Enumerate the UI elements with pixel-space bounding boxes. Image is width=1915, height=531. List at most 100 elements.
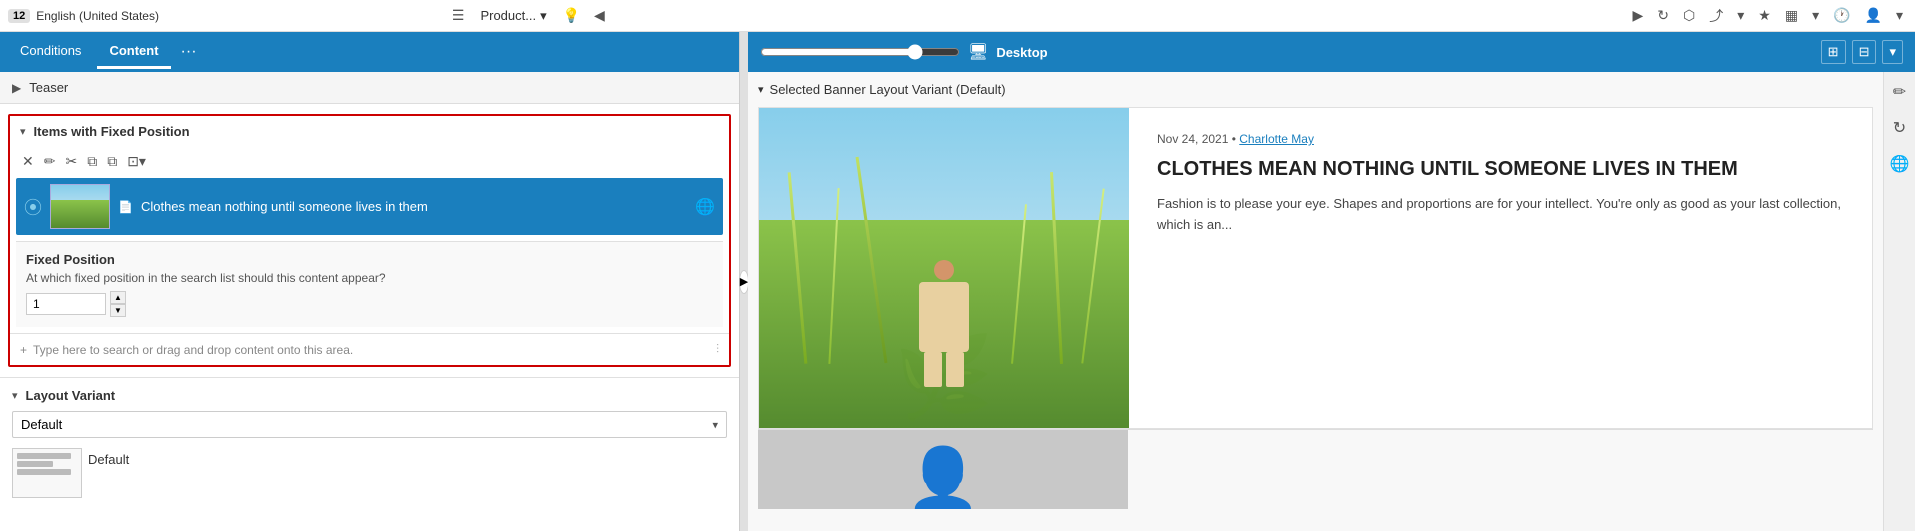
person-icon[interactable]: 👤 [1861, 5, 1886, 26]
preview-bar-2 [17, 461, 53, 467]
banner-description: Fashion is to please your eye. Shapes an… [1157, 194, 1844, 236]
fixed-position-description: At which fixed position in the search li… [26, 271, 713, 285]
language-label: English (United States) [36, 9, 159, 23]
plus-icon: + [20, 343, 27, 357]
author-link[interactable]: Charlotte May [1239, 132, 1314, 146]
desktop-label: Desktop [996, 45, 1047, 60]
edit-icon-btn[interactable]: ✏ [42, 151, 58, 172]
document-icon: 📄 [118, 200, 133, 214]
spinner-down-btn[interactable]: ▼ [110, 304, 126, 317]
banner-card-2-content [1128, 430, 1873, 509]
clock-icon[interactable]: 🕐 [1829, 5, 1854, 26]
nav-back-icon[interactable]: ◀ [590, 5, 609, 26]
item-toolbar: ✕ ✏ ✂ ⧉ ⧉ ⊡▾ [10, 147, 729, 178]
right-side-tools: ✏ ↻ 🌐 [1883, 72, 1915, 531]
chevron-down-person-icon[interactable]: ▾ [1892, 5, 1907, 26]
banner-grass-scene: 🌿 [759, 108, 1129, 428]
person-silhouette-icon: 👤 [906, 449, 981, 509]
teaser-chevron-icon: ▶ [12, 81, 21, 95]
hamburger-icon[interactable]: ☰ [448, 5, 469, 26]
drag-handle-icon[interactable]: ⦿ [24, 194, 42, 220]
banner-img-2: 👤 [758, 430, 1128, 509]
image-placeholder-icon[interactable]: ▦ [1781, 5, 1802, 26]
more-icon-btn[interactable]: ⊡▾ [125, 151, 148, 172]
tab-more[interactable]: ··· [175, 39, 203, 65]
top-bar-left: 12 English (United States) [8, 9, 159, 23]
thumbnail-grass [51, 200, 109, 228]
refresh-icon[interactable]: ↻ [1653, 5, 1673, 26]
globe-tool-btn[interactable]: 🌐 [1886, 150, 1914, 178]
teaser-label: Teaser [29, 80, 68, 95]
product-label: Product... [480, 8, 536, 23]
teaser-section[interactable]: ▶ Teaser [0, 72, 739, 104]
add-placeholder-text: Type here to search or drag and drop con… [33, 343, 353, 357]
tab-content[interactable]: Content [97, 35, 170, 69]
preview-area: ▾ Selected Banner Layout Variant (Defaul… [748, 72, 1883, 531]
banner-header-chevron-icon: ▾ [758, 83, 764, 96]
product-button[interactable]: Product... ▾ [474, 6, 552, 26]
top-bar-center: ☰ Product... ▾ 💡 ◀ [167, 5, 890, 26]
desktop-width-slider[interactable] [760, 44, 960, 60]
selected-banner-header[interactable]: ▾ Selected Banner Layout Variant (Defaul… [758, 82, 1873, 97]
content-item[interactable]: ⦿ 📄 Clothes mean nothing until someone l… [16, 178, 723, 235]
view-grid-btn[interactable]: ⊞ [1821, 40, 1846, 64]
items-section-box: ▾ Items with Fixed Position ✕ ✏ ✂ ⧉ ⧉ ⊡▾ [8, 114, 731, 367]
layout-preview-label: Default [88, 448, 129, 467]
right-toolbar: 🖥 Desktop ⊞ ⊟ ▾ [748, 32, 1915, 72]
desktop-monitor-icon: 🖥 [968, 42, 988, 62]
view-list-btn[interactable]: ⊟ [1852, 40, 1877, 64]
layout-preview: Default [12, 448, 727, 498]
share-icon[interactable]: ⤴ [1705, 4, 1727, 28]
main-content: Conditions Content ··· ▶ Teaser ▾ Items [0, 32, 1915, 531]
layout-section-title: Layout Variant [26, 388, 116, 403]
panel-scroll: ▶ Teaser ▾ Items with Fixed Position ✕ ✏… [0, 72, 739, 531]
banner-meta: Nov 24, 2021 • Charlotte May [1157, 132, 1844, 146]
layout-preview-thumbnail [12, 448, 82, 498]
version-badge: 12 [8, 9, 30, 23]
banner-title: CLOTHES MEAN NOTHING UNTIL SOMEONE LIVES… [1157, 156, 1844, 182]
items-section-title: Items with Fixed Position [34, 124, 190, 139]
center-divider: ▶ [740, 32, 748, 531]
chevron-down-img-icon[interactable]: ▾ [1808, 5, 1823, 26]
fixed-position-panel: Fixed Position At which fixed position i… [16, 241, 723, 327]
desktop-selector: 🖥 Desktop [760, 42, 1813, 62]
items-chevron-icon: ▾ [20, 125, 26, 138]
banner-image: 🌿 [759, 108, 1129, 428]
star-icon[interactable]: ★ [1754, 5, 1775, 26]
refresh-tool-btn[interactable]: ↻ [1889, 114, 1910, 142]
thumbnail-grass-scene [51, 185, 109, 228]
paste-icon-btn[interactable]: ⧉ [105, 151, 119, 172]
copy-icon-btn[interactable]: ⧉ [85, 151, 99, 172]
spinner-up-btn[interactable]: ▲ [110, 291, 126, 304]
tabs-bar: Conditions Content ··· [0, 32, 739, 72]
banner-content: Nov 24, 2021 • Charlotte May CLOTHES MEA… [1129, 108, 1872, 428]
top-bar: 12 English (United States) ☰ Product... … [0, 0, 1915, 32]
layout-select[interactable]: Default [13, 412, 726, 437]
layout-section-header[interactable]: ▾ Layout Variant [12, 388, 727, 403]
add-content-area[interactable]: + Type here to search or drag and drop c… [10, 333, 729, 365]
preview-bar-1 [17, 453, 71, 459]
right-panel: 🖥 Desktop ⊞ ⊟ ▾ ▾ Selected Banner Layout… [748, 32, 1915, 531]
lightbulb-icon[interactable]: 💡 [559, 5, 584, 26]
layout-chevron-icon: ▾ [12, 389, 18, 402]
external-link-icon[interactable]: ⬡ [1679, 5, 1699, 26]
chart-icon: ⫶ [716, 342, 719, 357]
layout-select-wrap: Default ▾ [12, 411, 727, 438]
close-icon-btn[interactable]: ✕ [20, 151, 36, 172]
fixed-position-title: Fixed Position [26, 252, 713, 267]
cut-icon-btn[interactable]: ✂ [63, 151, 79, 172]
product-chevron-icon: ▾ [540, 8, 547, 24]
chevron-down-share-icon[interactable]: ▾ [1733, 5, 1748, 26]
rt-more-btn[interactable]: ▾ [1882, 40, 1903, 64]
pencil-tool-btn[interactable]: ✏ [1889, 78, 1910, 106]
items-section-header[interactable]: ▾ Items with Fixed Position [10, 116, 729, 147]
item-title-label: Clothes mean nothing until someone lives… [141, 199, 687, 214]
tab-conditions[interactable]: Conditions [8, 35, 93, 69]
layout-section: ▾ Layout Variant Default ▾ [0, 377, 739, 508]
item-thumbnail [50, 184, 110, 229]
globe-icon: 🌐 [695, 197, 715, 217]
fixed-position-spinner: ▲ ▼ [110, 291, 126, 317]
nav-forward-large-icon[interactable]: ▶ [1628, 5, 1647, 26]
fixed-position-input-wrap: ▲ ▼ [26, 291, 713, 317]
fixed-position-input[interactable] [26, 293, 106, 315]
